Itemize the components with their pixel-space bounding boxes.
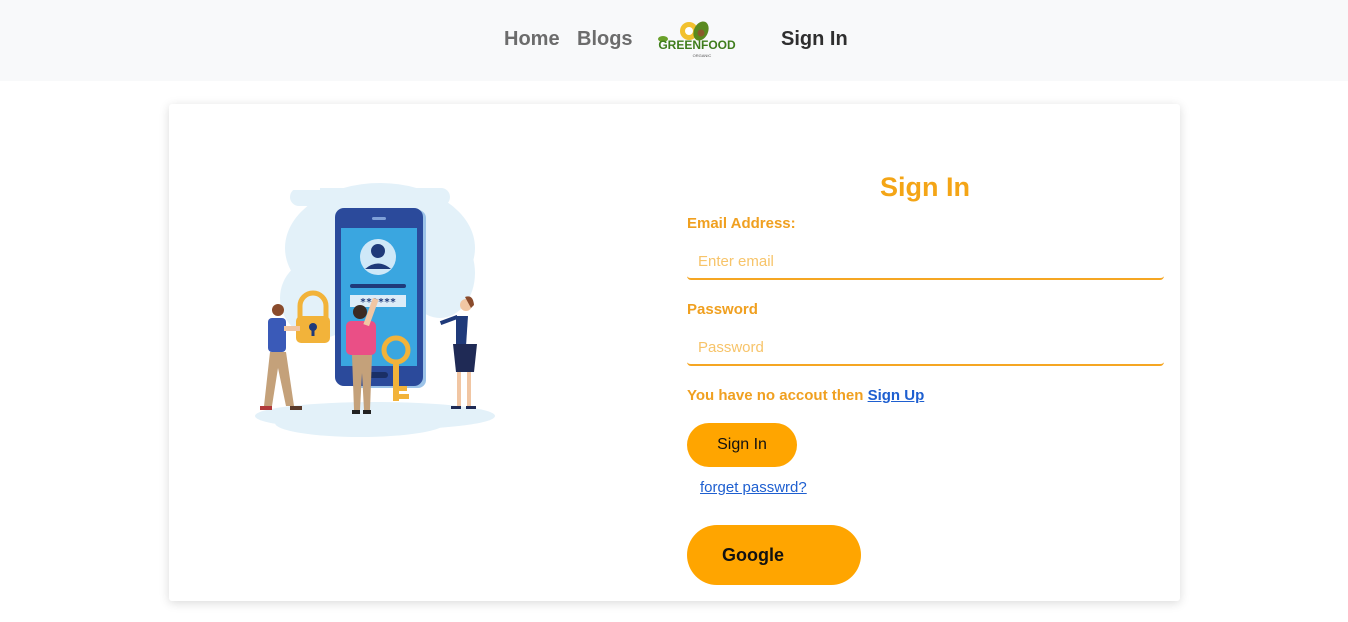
logo-lemon-core-shape — [685, 27, 693, 35]
logo-text: GREENFOOD — [658, 38, 736, 52]
form-title: Sign In — [880, 172, 970, 202]
illustration-password-mask: ****** — [360, 297, 396, 308]
security-illustration: ****** — [255, 183, 495, 437]
top-navbar: Home Blogs GREENFOOD ORGANIC Sign In — [0, 0, 1348, 81]
signin-button[interactable]: Sign In — [687, 423, 797, 467]
email-label: Email Address: — [687, 215, 796, 232]
phone-icon: ****** — [335, 208, 426, 388]
google-signin-button[interactable]: Google — [687, 525, 861, 585]
forgot-password-link[interactable]: forget passwrd? — [700, 479, 807, 497]
password-label: Password — [687, 301, 758, 318]
no-account-text: You have no accout then — [687, 387, 868, 404]
nav-blogs-link[interactable]: Blogs — [577, 27, 633, 51]
logo-avocado-pit-shape — [697, 29, 705, 37]
cloud-streak-shape — [290, 186, 320, 190]
signup-link[interactable]: Sign Up — [868, 387, 925, 404]
nav-home-link[interactable]: Home — [504, 27, 560, 51]
email-input[interactable] — [687, 244, 1164, 280]
logo-subtext: ORGANIC — [693, 53, 712, 58]
no-account-line: You have no accout then Sign Up — [687, 387, 924, 405]
password-input[interactable] — [687, 330, 1164, 366]
nav-signin-link[interactable]: Sign In — [781, 27, 848, 51]
greenfood-logo[interactable]: GREENFOOD ORGANIC — [656, 18, 738, 60]
